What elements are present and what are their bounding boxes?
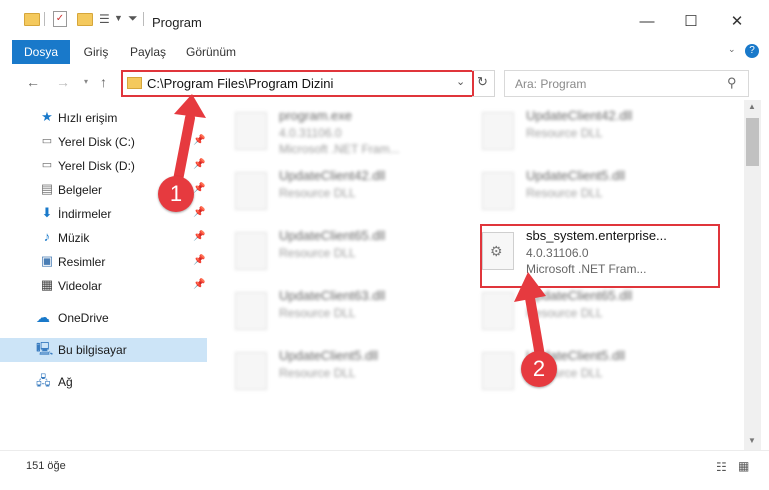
annotation-arrows (173, 94, 546, 361)
arrow-1 (173, 94, 206, 185)
step-1-badge: 1 (158, 176, 194, 212)
step-2-badge: 2 (521, 351, 557, 387)
arrow-2 (514, 272, 546, 361)
